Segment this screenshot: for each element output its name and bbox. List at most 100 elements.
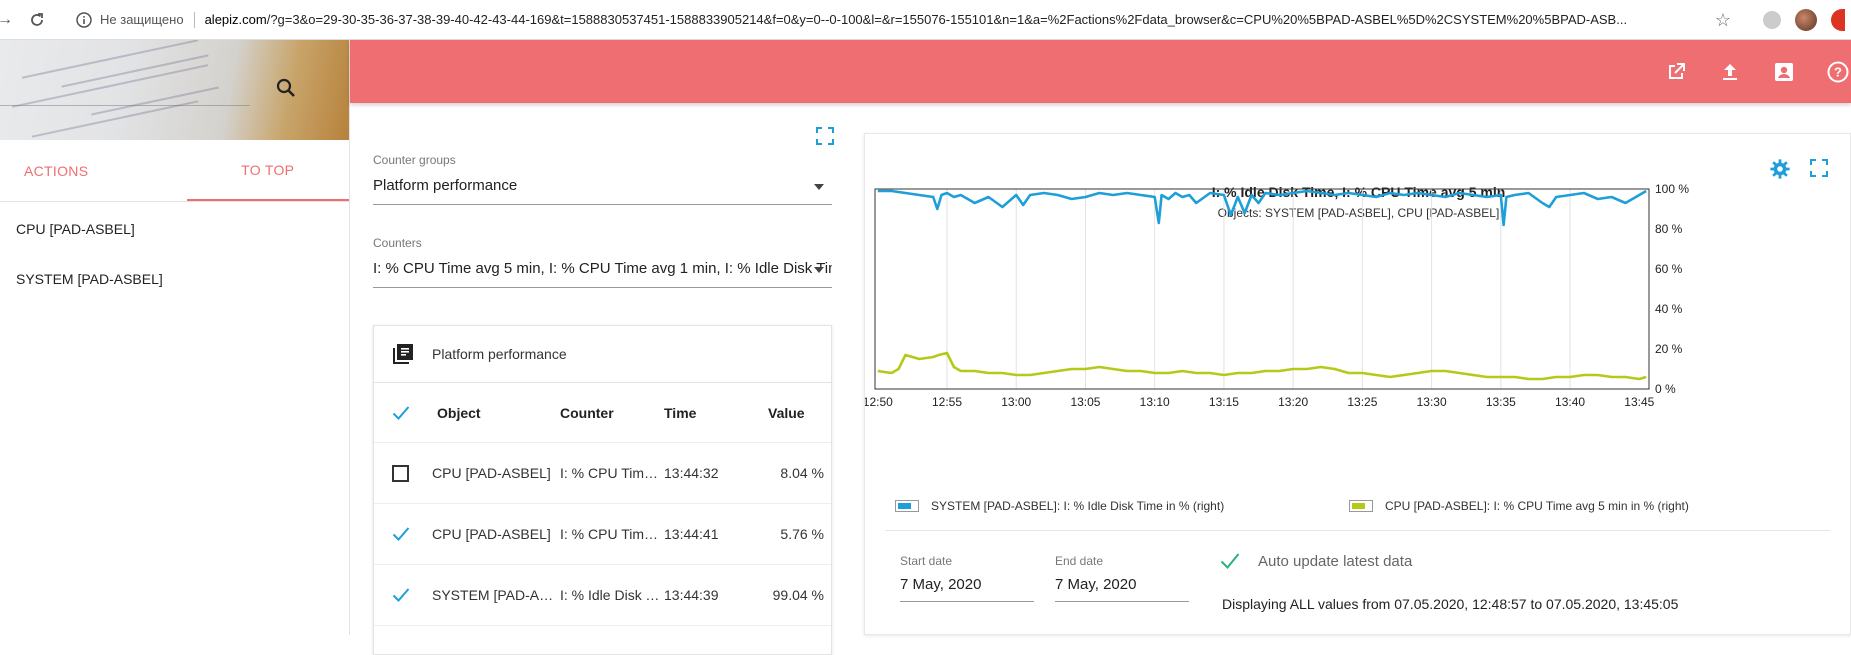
counters-select[interactable]: I: % CPU Time avg 5 min, I: % CPU Time a… [373, 260, 832, 288]
plot-frame [874, 188, 1650, 390]
browser-actions: ☆ [1715, 0, 1851, 40]
y-tick-label: 20 % [1655, 342, 1683, 356]
forward-icon[interactable]: → [0, 9, 13, 31]
extension-icon[interactable] [1763, 11, 1781, 29]
url-text: alepiz.com/?g=3&o=29-30-35-36-37-38-39-4… [205, 12, 1627, 27]
check-icon [392, 405, 410, 420]
y-tick-label: 100 % [1655, 182, 1689, 196]
tab-actions[interactable]: ACTIONS [0, 140, 187, 201]
sidebar-tabs: ACTIONS TO TOP [0, 140, 349, 202]
legend-item-cpu[interactable]: CPU [PAD-ASBEL]: I: % CPU Time avg 5 min… [1349, 499, 1689, 513]
column-header-counter[interactable]: Counter [560, 405, 664, 421]
legend-label-system: SYSTEM [PAD-ASBEL]: I: % Idle Disk Time … [931, 499, 1225, 513]
series-line-cpu-time [877, 351, 1647, 381]
address-divider [193, 11, 195, 28]
x-tick-label: 13:10 [1140, 395, 1170, 409]
row-value: 5.76 % [780, 526, 824, 542]
row-checkbox[interactable] [374, 526, 432, 542]
x-tick-label: 13:45 [1624, 395, 1654, 409]
end-date-field[interactable]: End date 7 May, 2020 [1055, 554, 1189, 602]
upload-icon[interactable] [1718, 60, 1742, 84]
card-title: Platform performance [432, 346, 567, 362]
top-app-bar: ? [350, 40, 1851, 103]
sidebar: ACTIONS TO TOP CPU [PAD-ASBEL] SYSTEM [P… [0, 40, 350, 635]
sidebar-item-cpu[interactable]: CPU [PAD-ASBEL] [0, 204, 349, 254]
row-object: SYSTEM [PAD-ASBEL] [432, 587, 560, 603]
dropdown-caret-icon[interactable] [814, 267, 824, 273]
displaying-range-text: Displaying ALL values from 07.05.2020, 1… [1222, 596, 1679, 612]
end-date-label: End date [1055, 554, 1104, 568]
legend-swatch-system [895, 500, 919, 512]
x-tick-label: 13:25 [1347, 395, 1377, 409]
reload-icon[interactable] [26, 9, 48, 31]
counters-field[interactable]: Counters I: % CPU Time avg 5 min, I: % C… [373, 236, 832, 288]
check-icon[interactable] [392, 526, 410, 542]
open-in-new-icon[interactable] [1664, 60, 1688, 84]
info-icon[interactable] [76, 11, 92, 28]
check-icon[interactable] [392, 587, 410, 603]
fullscreen-icon[interactable] [816, 127, 834, 145]
y-tick-label: 40 % [1655, 302, 1683, 316]
table-row[interactable]: CPU [PAD-ASBEL] I: % CPU Time avg 5 min … [374, 504, 831, 565]
y-tick-label: 80 % [1655, 222, 1683, 236]
account-box-icon[interactable] [1772, 60, 1796, 84]
dropdown-caret-icon[interactable] [814, 184, 824, 190]
x-tick-label: 13:00 [1001, 395, 1031, 409]
bookmark-star-icon[interactable]: ☆ [1715, 10, 1731, 31]
svg-text:?: ? [1834, 65, 1842, 80]
auto-update-checkbox[interactable]: Auto update latest data [1220, 552, 1412, 570]
series-line-system-idle-disk [877, 189, 1647, 227]
security-label: Не защищено [100, 12, 184, 27]
search-icon[interactable] [274, 76, 298, 100]
x-tick-label: 13:15 [1209, 395, 1239, 409]
row-time: 13:44:41 [664, 526, 719, 542]
end-date-input[interactable]: 7 May, 2020 [1055, 576, 1189, 602]
auto-update-label: Auto update latest data [1258, 552, 1413, 570]
data-browser-panel: Counter groups Platform performance Coun… [350, 103, 850, 655]
counter-groups-value: Platform performance [373, 177, 518, 194]
y-tick-label: 0 % [1655, 382, 1676, 396]
column-header-value[interactable]: Value [754, 405, 824, 421]
y-tick-label: 60 % [1655, 262, 1683, 276]
line-chart[interactable]: 12:50 12:55 13:00 13:05 13:10 13:15 13:20 13:25… [865, 134, 1851, 494]
legend-label-cpu: CPU [PAD-ASBEL]: I: % CPU Time avg 5 min… [1385, 499, 1689, 513]
table-row[interactable]: SYSTEM [PAD-ASBEL] I: % Idle Disk Time 1… [374, 565, 831, 626]
row-checkbox[interactable] [374, 464, 432, 482]
code-texture [11, 64, 209, 108]
start-date-field[interactable]: Start date 7 May, 2020 [900, 554, 1034, 602]
row-time: 13:44:32 [664, 465, 719, 481]
legend-swatch-cpu [1349, 500, 1373, 512]
profile-avatar[interactable] [1795, 9, 1817, 31]
address-bar[interactable]: Не защищено alepiz.com/?g=3&o=29-30-35-3… [76, 11, 1627, 28]
x-tick-label: 13:40 [1555, 395, 1585, 409]
browser-toolbar: → Не защищено alepiz.com/?g=3&o=29-30-35… [0, 0, 1851, 40]
notification-badge-icon[interactable] [1831, 9, 1845, 31]
row-object: CPU [PAD-ASBEL] [432, 465, 551, 481]
start-date-input[interactable]: 7 May, 2020 [900, 576, 1034, 602]
check-icon[interactable] [1220, 552, 1240, 570]
counter-groups-select[interactable]: Platform performance [373, 177, 832, 205]
select-all-checkbox[interactable] [374, 405, 432, 421]
row-time: 13:44:39 [664, 587, 719, 603]
column-header-time[interactable]: Time [664, 405, 754, 421]
tab-to-top[interactable]: TO TOP [186, 140, 349, 201]
unchecked-box-icon[interactable] [392, 464, 409, 482]
x-tick-label: 13:05 [1070, 395, 1100, 409]
row-counter: I: % CPU Time avg 1 min [560, 465, 664, 481]
url-path: /?g=3&o=29-30-35-36-37-38-39-40-42-43-44… [266, 12, 1628, 27]
x-tick-label: 13:20 [1278, 395, 1308, 409]
counter-groups-label: Counter groups [373, 153, 456, 167]
x-tick-label: 13:30 [1417, 395, 1447, 409]
row-counter: I: % CPU Time avg 5 min [560, 526, 664, 542]
help-icon[interactable]: ? [1826, 60, 1850, 84]
legend-item-system[interactable]: SYSTEM [PAD-ASBEL]: I: % Idle Disk Time … [895, 499, 1224, 513]
column-header-object[interactable]: Object [432, 405, 560, 421]
row-checkbox[interactable] [374, 587, 432, 603]
counter-groups-field[interactable]: Counter groups Platform performance [373, 153, 832, 205]
sidebar-item-system[interactable]: SYSTEM [PAD-ASBEL] [0, 254, 349, 304]
chart-panel: I: % Idle Disk Time, I: % CPU Time avg 5… [864, 133, 1851, 635]
x-tick-label: 13:35 [1486, 395, 1516, 409]
table-row[interactable]: CPU [PAD-ASBEL] I: % CPU Time avg 1 min … [374, 443, 831, 504]
x-tick-label: 12:55 [932, 395, 962, 409]
sidebar-search-input[interactable] [0, 105, 250, 106]
